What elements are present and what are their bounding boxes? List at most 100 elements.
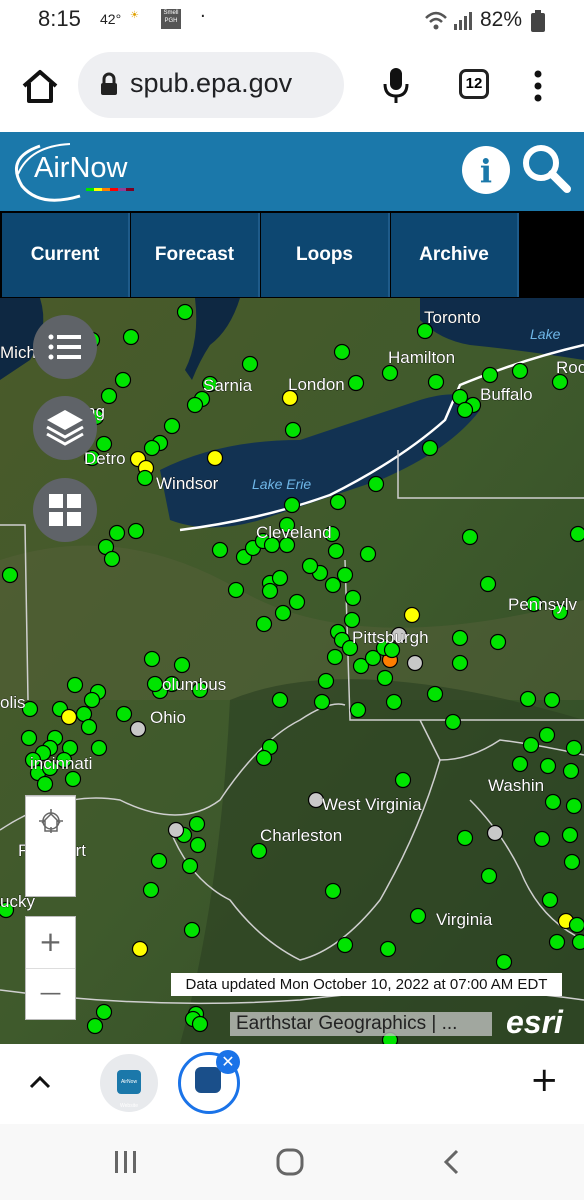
- aqi-station-marker-good[interactable]: [1, 566, 19, 584]
- aqi-station-marker-good[interactable]: [367, 475, 385, 493]
- aqi-station-marker-good[interactable]: [539, 757, 557, 775]
- browser-home-icon[interactable]: [18, 68, 62, 104]
- aqi-station-marker-good[interactable]: [409, 907, 427, 925]
- tab-archive[interactable]: Archive: [391, 213, 519, 297]
- aqi-station-marker-good[interactable]: [456, 829, 474, 847]
- info-icon[interactable]: i: [462, 146, 510, 194]
- aqi-station-marker-no-data[interactable]: [167, 821, 185, 839]
- aqi-station-marker-good[interactable]: [108, 524, 126, 542]
- aqi-station-marker-good[interactable]: [421, 439, 439, 457]
- aqi-station-marker-good[interactable]: [146, 675, 164, 693]
- aqi-station-marker-moderate[interactable]: [60, 708, 78, 726]
- aqi-station-marker-good[interactable]: [20, 729, 38, 747]
- aqi-station-marker-good[interactable]: [565, 797, 583, 815]
- aqi-station-marker-good[interactable]: [288, 593, 306, 611]
- aqi-station-marker-good[interactable]: [561, 826, 579, 844]
- tab-forecast[interactable]: Forecast: [131, 213, 260, 297]
- aqi-station-marker-good[interactable]: [163, 417, 181, 435]
- aqi-station-marker-good[interactable]: [188, 815, 206, 833]
- aqi-station-marker-good[interactable]: [456, 401, 474, 419]
- aqi-station-marker-good[interactable]: [261, 582, 279, 600]
- aqi-station-marker-good[interactable]: [495, 953, 513, 971]
- zoom-in-button[interactable]: +: [26, 917, 75, 969]
- aqi-station-marker-good[interactable]: [481, 366, 499, 384]
- aqi-station-marker-good[interactable]: [176, 303, 194, 321]
- address-bar[interactable]: spub.epa.gov: [78, 52, 344, 118]
- aqi-station-marker-good[interactable]: [271, 691, 289, 709]
- aqi-station-marker-good[interactable]: [349, 701, 367, 719]
- aqi-station-marker-good[interactable]: [376, 669, 394, 687]
- aqi-station-marker-good[interactable]: [548, 933, 566, 951]
- aqi-station-marker-good[interactable]: [80, 718, 98, 736]
- aqi-station-marker-good[interactable]: [451, 654, 469, 672]
- aqi-station-marker-good[interactable]: [385, 693, 403, 711]
- aqi-station-marker-no-data[interactable]: [486, 824, 504, 842]
- aqi-station-marker-good[interactable]: [143, 650, 161, 668]
- aqi-station-marker-good[interactable]: [336, 936, 354, 954]
- aqi-station-marker-good[interactable]: [313, 693, 331, 711]
- aqi-station-marker-good[interactable]: [241, 355, 259, 373]
- aqi-station-marker-good[interactable]: [562, 762, 580, 780]
- basemap-button[interactable]: [33, 478, 97, 542]
- aqi-station-marker-good[interactable]: [103, 550, 121, 568]
- aqi-station-marker-good[interactable]: [122, 328, 140, 346]
- aqi-station-marker-good[interactable]: [283, 496, 301, 514]
- aqi-station-marker-good[interactable]: [327, 542, 345, 560]
- aqi-station-marker-good[interactable]: [150, 852, 168, 870]
- aqi-station-marker-good[interactable]: [489, 633, 507, 651]
- aqi-station-marker-good[interactable]: [563, 853, 581, 871]
- zoom-out-button[interactable]: —: [26, 969, 75, 1020]
- aqi-station-marker-good[interactable]: [173, 656, 191, 674]
- aqi-station-marker-good[interactable]: [250, 842, 268, 860]
- aqi-station-marker-good[interactable]: [329, 493, 347, 511]
- aqi-station-marker-good[interactable]: [326, 648, 344, 666]
- aqi-station-marker-good[interactable]: [543, 691, 561, 709]
- aqi-map[interactable]: Toronto Lake Mich Hamilton Roc Sarnia Lo…: [0, 298, 584, 1044]
- aqi-station-marker-good[interactable]: [255, 749, 273, 767]
- aqi-station-marker-good[interactable]: [114, 371, 132, 389]
- aqi-station-marker-good[interactable]: [86, 1017, 104, 1035]
- aqi-station-marker-good[interactable]: [426, 685, 444, 703]
- aqi-station-marker-good[interactable]: [394, 771, 412, 789]
- aqi-station-marker-moderate[interactable]: [403, 606, 421, 624]
- aqi-station-marker-good[interactable]: [569, 525, 584, 543]
- layers-button[interactable]: [33, 396, 97, 460]
- aqi-station-marker-good[interactable]: [115, 705, 133, 723]
- aqi-station-marker-good[interactable]: [451, 629, 469, 647]
- aqi-station-marker-moderate[interactable]: [131, 940, 149, 958]
- aqi-station-marker-good[interactable]: [519, 690, 537, 708]
- aqi-station-marker-good[interactable]: [271, 569, 289, 587]
- aqi-station-marker-good[interactable]: [95, 1003, 113, 1021]
- aqi-station-marker-good[interactable]: [284, 421, 302, 439]
- aqi-station-marker-good[interactable]: [347, 374, 365, 392]
- aqi-station-marker-good[interactable]: [379, 940, 397, 958]
- aqi-station-marker-good[interactable]: [336, 566, 354, 584]
- aqi-station-marker-good[interactable]: [189, 836, 207, 854]
- aqi-station-marker-no-data[interactable]: [406, 654, 424, 672]
- back-icon[interactable]: [442, 1148, 462, 1176]
- aqi-station-marker-good[interactable]: [533, 830, 551, 848]
- microphone-icon[interactable]: [380, 66, 412, 104]
- home-icon[interactable]: [26, 796, 75, 847]
- search-icon[interactable]: [520, 142, 572, 194]
- tab-switcher-button[interactable]: 12: [459, 69, 489, 99]
- aqi-station-marker-good[interactable]: [66, 676, 84, 694]
- tab-loops[interactable]: Loops: [261, 213, 390, 297]
- aqi-station-marker-good[interactable]: [544, 793, 562, 811]
- aqi-station-marker-good[interactable]: [183, 921, 201, 939]
- aqi-station-marker-good[interactable]: [136, 469, 154, 487]
- aqi-station-marker-good[interactable]: [255, 615, 273, 633]
- more-menu-icon[interactable]: [528, 68, 548, 104]
- aqi-station-marker-good[interactable]: [36, 775, 54, 793]
- aqi-station-marker-good[interactable]: [522, 736, 540, 754]
- aqi-station-marker-good[interactable]: [344, 589, 362, 607]
- aqi-station-marker-good[interactable]: [83, 691, 101, 709]
- aqi-station-marker-good[interactable]: [90, 739, 108, 757]
- aqi-station-marker-good[interactable]: [227, 581, 245, 599]
- aqi-station-marker-good[interactable]: [127, 522, 145, 540]
- aqi-station-marker-good[interactable]: [274, 604, 292, 622]
- map-attribution[interactable]: Earthstar Geographics | ...: [230, 1012, 492, 1036]
- aqi-station-marker-moderate[interactable]: [206, 449, 224, 467]
- legend-button[interactable]: [33, 315, 97, 379]
- close-tab-icon[interactable]: ✕: [216, 1050, 240, 1074]
